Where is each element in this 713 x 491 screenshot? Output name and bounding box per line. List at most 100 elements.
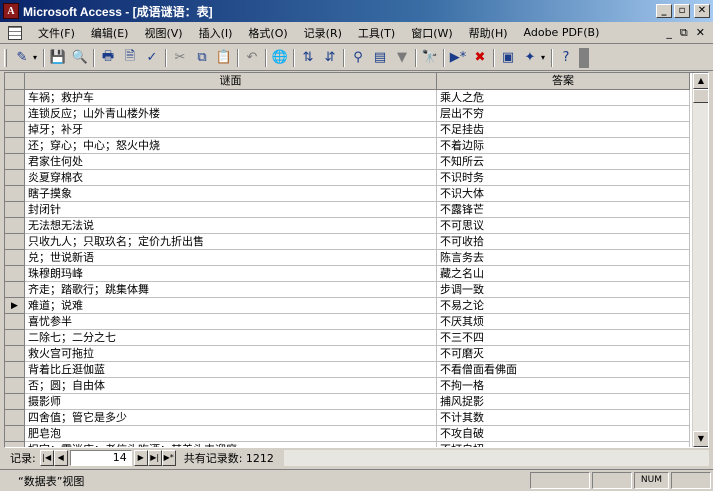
menu-adobe-pdf[interactable]: Adobe PDF(B) xyxy=(516,26,608,39)
record-selector[interactable] xyxy=(5,218,25,234)
table-row[interactable]: 齐走；踏歌行；跳集体舞 步调一致 xyxy=(5,282,708,298)
answer-cell[interactable]: 步调一致 xyxy=(437,282,690,298)
riddle-cell[interactable]: 珠穆朗玛峰 xyxy=(25,266,437,282)
paste-icon[interactable]: 📋 xyxy=(213,47,235,69)
menu-file[interactable]: 文件(F) xyxy=(30,25,83,41)
menu-tools[interactable]: 工具(T) xyxy=(350,25,403,41)
record-selector[interactable] xyxy=(5,106,25,122)
vertical-scrollbar[interactable]: ▲ ▼ xyxy=(692,73,708,447)
table-row[interactable]: 炎夏穿棉衣 不识时务 xyxy=(5,170,708,186)
riddle-cell[interactable]: 封闭针 xyxy=(25,202,437,218)
record-selector[interactable] xyxy=(5,442,25,447)
riddle-cell[interactable]: 背着比丘逛伽蓝 xyxy=(25,362,437,378)
sort-ascending-icon[interactable]: ⇅ xyxy=(297,47,319,69)
riddle-cell[interactable]: 担字；霜迷店；老信头吃酒；其美头丰迎庭 xyxy=(25,442,437,447)
answer-cell[interactable]: 不可思议 xyxy=(437,218,690,234)
doc-close-button[interactable]: ✕ xyxy=(696,26,705,40)
table-row[interactable]: 瞎子摸象 不识大体 xyxy=(5,186,708,202)
riddle-cell[interactable]: 救火宫可拖拉 xyxy=(25,346,437,362)
next-record-icon[interactable]: ▶ xyxy=(133,450,148,466)
close-button[interactable]: ✕ xyxy=(694,4,710,18)
cut-icon[interactable]: ✂ xyxy=(169,47,191,69)
riddle-cell[interactable]: 连锁反应；山外青山楼外楼 xyxy=(25,106,437,122)
print-preview-icon[interactable]: 🗎 xyxy=(119,47,141,69)
table-row[interactable]: 车祸；救护车 乘人之危 xyxy=(5,90,708,106)
save-icon[interactable]: 💾 xyxy=(47,47,69,69)
answer-cell[interactable]: 不打自招 xyxy=(437,442,690,447)
record-selector[interactable] xyxy=(5,394,25,410)
table-row[interactable]: 救火宫可拖拉 不可磨灭 xyxy=(5,346,708,362)
view-dropdown-icon[interactable]: ▾ xyxy=(33,53,41,62)
new-record-icon[interactable]: ▶* xyxy=(447,47,469,69)
record-number-input[interactable]: 14 xyxy=(69,450,132,466)
table-row[interactable]: 摄影师 捕风捉影 xyxy=(5,394,708,410)
record-selector[interactable] xyxy=(5,170,25,186)
table-row[interactable]: 二除七；二分之七 不三不四 xyxy=(5,330,708,346)
restore-button[interactable]: ▫ xyxy=(674,4,690,18)
riddle-cell[interactable]: 无法想无法说 xyxy=(25,218,437,234)
undo-icon[interactable]: ↶ xyxy=(241,47,263,69)
new-record-nav-icon[interactable]: ▶* xyxy=(161,450,176,466)
table-row[interactable]: 否；圆；自由体 不拘一格 xyxy=(5,378,708,394)
table-row[interactable]: 四舍值；管它是多少 不计其数 xyxy=(5,410,708,426)
riddle-cell[interactable]: 否；圆；自由体 xyxy=(25,378,437,394)
table-row[interactable]: 封闭针 不露锋芒 xyxy=(5,202,708,218)
copy-icon[interactable]: ⧉ xyxy=(191,47,213,69)
menu-view[interactable]: 视图(V) xyxy=(136,25,190,41)
answer-cell[interactable]: 不可收拾 xyxy=(437,234,690,250)
minimize-button[interactable]: _ xyxy=(656,4,672,18)
table-row[interactable]: 还；穿心；中心；怒火中烧 不着边际 xyxy=(5,138,708,154)
column-header-riddle[interactable]: 谜面 xyxy=(25,73,437,90)
record-selector[interactable]: ▶ xyxy=(5,298,25,314)
answer-cell[interactable]: 不计其数 xyxy=(437,410,690,426)
riddle-cell[interactable]: 摄影师 xyxy=(25,394,437,410)
riddle-cell[interactable]: 兑；世说新语 xyxy=(25,250,437,266)
scroll-up-icon[interactable]: ▲ xyxy=(693,73,708,89)
sort-descending-icon[interactable]: ⇵ xyxy=(319,47,341,69)
table-row[interactable]: 喜忧参半 不厌其烦 xyxy=(5,314,708,330)
record-selector[interactable] xyxy=(5,346,25,362)
answer-cell[interactable]: 不可磨灭 xyxy=(437,346,690,362)
record-selector[interactable] xyxy=(5,186,25,202)
first-record-icon[interactable]: |◀ xyxy=(39,450,54,466)
scroll-thumb[interactable] xyxy=(693,89,708,103)
answer-cell[interactable]: 陈言务去 xyxy=(437,250,690,266)
riddle-cell[interactable]: 炎夏穿棉衣 xyxy=(25,170,437,186)
record-selector[interactable] xyxy=(5,378,25,394)
answer-cell[interactable]: 不拘一格 xyxy=(437,378,690,394)
riddle-cell[interactable]: 只收九人；只取玖名；定价九折出售 xyxy=(25,234,437,250)
riddle-cell[interactable]: 肥皂泡 xyxy=(25,426,437,442)
delete-record-icon[interactable]: ✖ xyxy=(469,47,491,69)
menu-help[interactable]: 帮助(H) xyxy=(461,25,516,41)
riddle-cell[interactable]: 车祸；救护车 xyxy=(25,90,437,106)
print-icon[interactable]: 🖶 xyxy=(97,47,119,69)
record-selector[interactable] xyxy=(5,138,25,154)
column-header-answer[interactable]: 答案 xyxy=(437,73,690,90)
horizontal-scrollbar[interactable] xyxy=(283,450,709,466)
record-selector[interactable] xyxy=(5,314,25,330)
apply-filter-icon[interactable]: ▼ xyxy=(391,47,413,69)
database-window-icon[interactable]: ▣ xyxy=(497,47,519,69)
select-all-corner[interactable] xyxy=(5,73,25,90)
record-selector[interactable] xyxy=(5,234,25,250)
search-file-icon[interactable]: 🔍 xyxy=(69,47,91,69)
table-row[interactable]: 连锁反应；山外青山楼外楼 层出不穷 xyxy=(5,106,708,122)
answer-cell[interactable]: 不露锋芒 xyxy=(437,202,690,218)
table-row[interactable]: 掉牙；补牙 不足挂齿 xyxy=(5,122,708,138)
scroll-down-icon[interactable]: ▼ xyxy=(693,431,708,447)
record-selector[interactable] xyxy=(5,426,25,442)
record-selector[interactable] xyxy=(5,362,25,378)
record-selector[interactable] xyxy=(5,122,25,138)
riddle-cell[interactable]: 掉牙；补牙 xyxy=(25,122,437,138)
doc-restore-button[interactable]: ⧉ xyxy=(680,26,688,40)
table-row[interactable]: 君家住何处 不知所云 xyxy=(5,154,708,170)
table-row[interactable]: 珠穆朗玛峰 藏之名山 xyxy=(5,266,708,282)
riddle-cell[interactable]: 二除七；二分之七 xyxy=(25,330,437,346)
find-icon[interactable]: 🔭 xyxy=(419,47,441,69)
riddle-cell[interactable]: 还；穿心；中心；怒火中烧 xyxy=(25,138,437,154)
menu-format[interactable]: 格式(O) xyxy=(240,25,295,41)
record-selector[interactable] xyxy=(5,330,25,346)
view-icon[interactable]: ✎ xyxy=(11,47,33,69)
last-record-icon[interactable]: ▶| xyxy=(147,450,162,466)
table-row[interactable]: 无法想无法说 不可思议 xyxy=(5,218,708,234)
